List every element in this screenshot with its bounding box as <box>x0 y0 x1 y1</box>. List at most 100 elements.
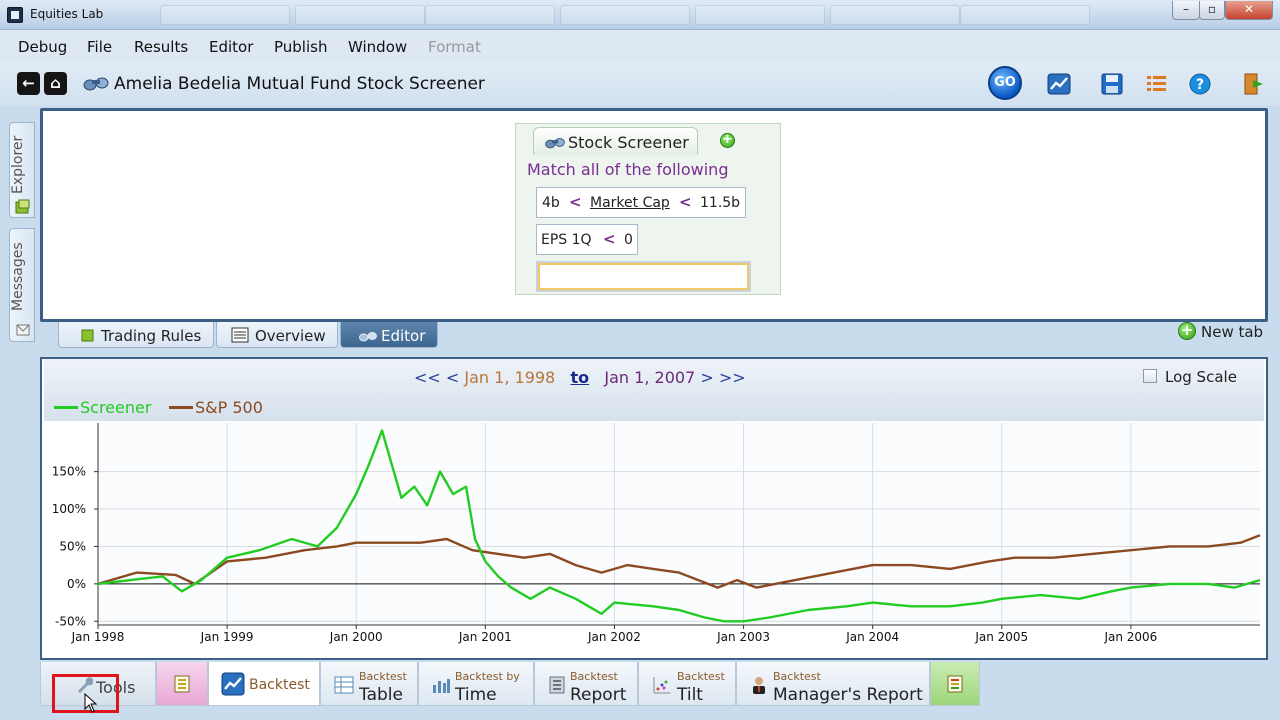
tab-manager-label: Manager's Report <box>773 685 923 705</box>
x-tick-label: Jan 2004 <box>845 630 899 644</box>
prev-far-button[interactable]: << <box>414 368 441 387</box>
messages-icon <box>16 324 30 336</box>
x-tick-label: Jan 2003 <box>716 630 770 644</box>
app-icon <box>7 7 23 23</box>
x-tick-label: Jan 2006 <box>1103 630 1157 644</box>
binoculars-icon <box>545 138 565 149</box>
tab-report-caption: Backtest <box>570 670 618 683</box>
back-button[interactable]: ← <box>17 72 40 95</box>
log-scale-checkbox[interactable] <box>1143 369 1157 383</box>
tab-backtest-table[interactable]: Backtest Table <box>320 662 418 706</box>
menu-publish[interactable]: Publish <box>274 38 327 56</box>
rule-operator[interactable]: < <box>679 193 692 211</box>
messages-label: Messages <box>10 242 26 312</box>
messages-tab[interactable]: Messages <box>9 228 35 342</box>
menu-window[interactable]: Window <box>348 38 407 56</box>
market-cap-rule[interactable]: 4b < Market Cap < 11.5b <box>536 187 746 218</box>
rule-value[interactable]: 0 <box>624 232 633 248</box>
legend-label: Screener <box>80 398 152 417</box>
menu-debug[interactable]: Debug <box>18 38 67 56</box>
toolbar: ← ⌂ Amelia Bedelia Mutual Fund Stock Scr… <box>0 62 1280 106</box>
help-icon[interactable]: ? <box>1186 70 1214 98</box>
tab-backtest-report[interactable]: Backtest Report <box>534 662 638 706</box>
end-date[interactable]: Jan 1, 2007 <box>604 368 695 387</box>
plus-icon: + <box>1178 322 1196 340</box>
rule-lower-bound[interactable]: 4b <box>542 195 560 211</box>
tab-editor[interactable]: Editor <box>340 322 438 348</box>
rule-field-market-cap[interactable]: Market Cap <box>590 195 670 211</box>
tab-backtest-by-time[interactable]: Backtest by Time <box>418 662 534 706</box>
next-far-button[interactable]: >> <box>719 368 746 387</box>
to-link[interactable]: to <box>571 368 590 387</box>
go-button[interactable]: GO <box>988 66 1022 100</box>
tab-table-label: Table <box>359 685 403 705</box>
y-tick-label: 150% <box>52 465 86 479</box>
match-condition-text: Match all of the following <box>527 160 729 179</box>
tab-time-caption: Backtest by <box>455 670 520 683</box>
tab-report-label: Report <box>570 685 627 705</box>
binoculars-icon <box>83 77 109 91</box>
tab-editor-label: Editor <box>381 327 426 345</box>
close-button[interactable]: ✕ <box>1225 1 1273 20</box>
tab-backtest-label: Backtest <box>249 677 310 693</box>
document-icon <box>174 675 190 693</box>
exit-icon[interactable] <box>1239 70 1267 98</box>
start-date[interactable]: Jan 1, 1998 <box>464 368 555 387</box>
next-button[interactable]: > <box>700 368 713 387</box>
save-icon[interactable] <box>1098 70 1126 98</box>
new-tab-label: New tab <box>1201 323 1264 341</box>
y-tick-label: -50% <box>55 614 86 628</box>
legend-swatch <box>54 406 78 409</box>
prev-button[interactable]: < <box>446 368 459 387</box>
menu-bar: Debug File Results Editor Publish Window… <box>0 30 1280 62</box>
tab-tilt-label: Tilt <box>677 685 703 705</box>
background-window-tab <box>295 5 425 25</box>
menu-editor[interactable]: Editor <box>209 38 253 56</box>
minimize-button[interactable]: – <box>1172 1 1200 20</box>
tab-screener-results[interactable] <box>156 662 208 706</box>
rule-operator[interactable]: < <box>603 230 616 248</box>
tab-table-caption: Backtest <box>359 670 407 683</box>
chart-icon[interactable] <box>1045 70 1073 98</box>
tab-manager-caption: Backtest <box>773 670 821 683</box>
tab-backtest-managers-report[interactable]: Backtest Manager's Report <box>736 662 930 706</box>
menu-file[interactable]: File <box>87 38 112 56</box>
chart-icon <box>221 672 245 696</box>
maximize-button[interactable]: ▫ <box>1199 1 1225 20</box>
menu-results[interactable]: Results <box>134 38 188 56</box>
bar-chart-icon <box>433 679 450 693</box>
tab-backtest[interactable]: Backtest <box>208 662 320 706</box>
tab-backtest-tilt[interactable]: Backtest Tilt <box>638 662 736 706</box>
binoculars-icon <box>359 332 377 342</box>
screener-title: Amelia Bedelia Mutual Fund Stock Screene… <box>114 74 485 94</box>
stock-screener-tab[interactable]: Stock Screener <box>533 127 698 155</box>
background-window-tab <box>960 5 1090 25</box>
eps-rule[interactable]: EPS 1Q < 0 <box>536 224 638 255</box>
date-range-navigator: << < Jan 1, 1998 to Jan 1, 2007 > >> <box>414 368 746 387</box>
y-tick-label: 100% <box>52 502 86 516</box>
stock-screener-tab-label: Stock Screener <box>568 133 689 152</box>
add-screener-icon[interactable]: + <box>720 133 735 148</box>
tab-trading-rules[interactable]: Trading Rules <box>58 322 214 348</box>
scatter-icon <box>653 677 670 694</box>
explorer-tab[interactable]: Explorer <box>9 122 35 218</box>
rule-field-eps[interactable]: EPS 1Q <box>541 232 592 248</box>
rule-operator[interactable]: < <box>569 193 582 211</box>
list-icon[interactable] <box>1142 70 1170 98</box>
y-tick-label: 0% <box>67 577 86 591</box>
person-icon <box>753 677 765 694</box>
trading-rules-icon <box>81 329 94 342</box>
explorer-label: Explorer <box>10 135 26 195</box>
tab-overview[interactable]: Overview <box>216 322 338 348</box>
background-window-tab <box>830 5 960 25</box>
new-rule-input[interactable] <box>536 261 751 292</box>
rule-upper-bound[interactable]: 11.5b <box>700 195 740 211</box>
x-tick-label: Jan 2005 <box>974 630 1028 644</box>
background-window-tab <box>695 5 825 25</box>
side-panel: Explorer Messages <box>0 106 40 666</box>
background-window-tab <box>560 5 690 25</box>
background-window-tab <box>425 5 555 25</box>
tab-extra-report[interactable] <box>930 662 980 706</box>
home-button[interactable]: ⌂ <box>44 72 67 95</box>
window-title: Equities Lab <box>30 7 104 21</box>
